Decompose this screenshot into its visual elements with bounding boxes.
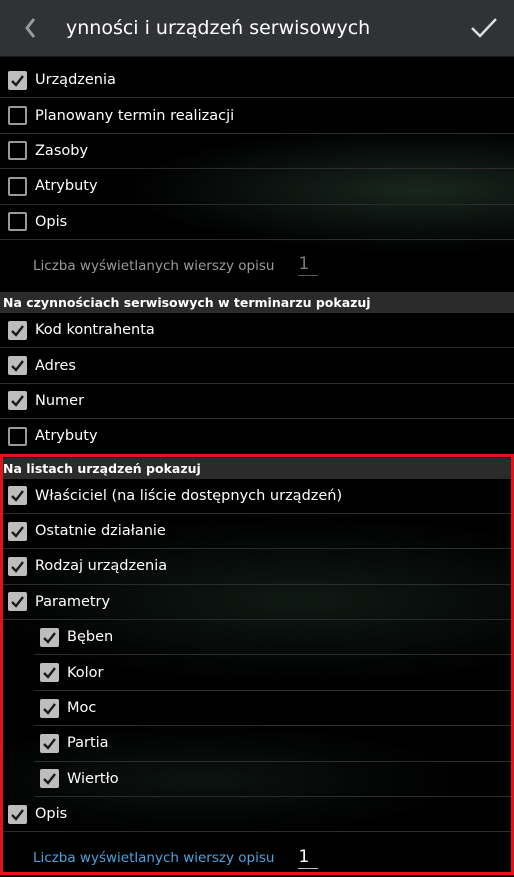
section-header-lista-urzadzen: Na listach urządzeń pokazuj xyxy=(0,457,514,479)
checkbox[interactable] xyxy=(40,627,59,647)
confirm-button[interactable] xyxy=(454,0,514,57)
param-label: Moc xyxy=(67,700,97,717)
option-planowany-termin[interactable]: Planowany termin realizacji xyxy=(0,98,514,134)
param-kolor[interactable]: Kolor xyxy=(34,655,514,691)
checkbox[interactable] xyxy=(8,106,27,126)
param-partia[interactable]: Partia xyxy=(34,726,514,762)
description-lines-setting-lista: Liczba wyświetlanych wierszy opisu 1 xyxy=(0,832,514,877)
checkbox[interactable] xyxy=(8,356,27,376)
option-label: Adres xyxy=(35,357,76,374)
checkbox[interactable] xyxy=(40,733,59,753)
param-label: Kolor xyxy=(67,664,104,681)
checkbox[interactable] xyxy=(8,212,27,232)
settings-list: Urządzenia Planowany termin realizacji Z… xyxy=(0,63,514,877)
param-wiertlo[interactable]: Wiertło xyxy=(34,762,514,798)
option-label: Właściciel (na liście dostępnych urządze… xyxy=(35,487,343,504)
param-label: Wiertło xyxy=(67,770,119,787)
option-label: Atrybuty xyxy=(35,428,98,445)
checkbox[interactable] xyxy=(8,320,27,340)
option-atrybuty-terminarz[interactable]: Atrybuty xyxy=(0,419,514,455)
checkmark-icon xyxy=(11,490,24,503)
param-beben[interactable]: Bęben xyxy=(34,620,514,656)
section-header-terminarz: Na czynnościach serwisowych w terminarzu… xyxy=(0,291,514,313)
option-kod-kontrahenta[interactable]: Kod kontrahenta xyxy=(0,313,514,349)
checkbox[interactable] xyxy=(40,698,59,718)
option-urzadzenia[interactable]: Urządzenia xyxy=(0,63,514,99)
option-zasoby[interactable]: Zasoby xyxy=(0,134,514,170)
checkmark-icon xyxy=(43,773,56,786)
checkmark-icon xyxy=(11,74,24,87)
checkbox[interactable] xyxy=(8,804,27,824)
checkbox[interactable] xyxy=(8,521,27,541)
option-label: Urządzenia xyxy=(35,72,116,89)
action-bar: ynności i urządzeń serwisowych xyxy=(0,0,514,57)
param-moc[interactable]: Moc xyxy=(34,691,514,727)
option-parametry[interactable]: Parametry xyxy=(0,585,514,621)
param-label: Partia xyxy=(67,735,109,752)
checkmark-icon xyxy=(43,702,56,715)
checkmark-icon xyxy=(11,596,24,609)
description-lines-input[interactable]: 1 xyxy=(298,255,319,277)
page-title-text: ynności i urządzeń serwisowych xyxy=(66,17,371,39)
checkmark-icon xyxy=(11,808,24,821)
option-wlasciciel[interactable]: Właściciel (na liście dostępnych urządze… xyxy=(0,479,514,514)
checkmark-icon xyxy=(11,395,24,408)
checkmark-icon xyxy=(43,667,56,679)
checkbox[interactable] xyxy=(8,486,27,506)
page-title: ynności i urządzeń serwisowych xyxy=(60,17,454,39)
checkbox[interactable] xyxy=(8,556,27,576)
description-lines-label: Liczba wyświetlanych wierszy opisu xyxy=(33,850,275,867)
option-rodzaj-urzadzenia[interactable]: Rodzaj urządzenia xyxy=(0,549,514,585)
checkmark-icon xyxy=(43,632,56,644)
checkbox[interactable] xyxy=(8,391,27,411)
description-lines-input[interactable]: 1 xyxy=(298,848,319,869)
checkmark-icon xyxy=(11,525,24,538)
checkbox[interactable] xyxy=(8,141,27,161)
option-label: Opis xyxy=(35,213,68,230)
checkbox[interactable] xyxy=(8,426,27,446)
chevron-left-icon xyxy=(25,18,36,38)
checkbox[interactable] xyxy=(40,769,59,789)
checkmark-icon xyxy=(43,738,56,750)
option-ostatnie-dzialanie[interactable]: Ostatnie działanie xyxy=(0,514,514,550)
option-atrybuty[interactable]: Atrybuty xyxy=(0,169,514,205)
check-icon xyxy=(471,18,497,38)
option-label: Numer xyxy=(35,392,85,409)
option-label: Planowany termin realizacji xyxy=(35,107,235,124)
checkbox[interactable] xyxy=(8,176,27,196)
checkmark-icon xyxy=(11,360,24,372)
option-label: Kod kontrahenta xyxy=(35,322,155,339)
checkbox[interactable] xyxy=(8,70,27,90)
option-label: Opis xyxy=(35,806,68,823)
back-button[interactable] xyxy=(0,0,60,57)
option-label: Zasoby xyxy=(35,142,89,159)
option-opis-lista[interactable]: Opis xyxy=(0,797,514,833)
checkbox[interactable] xyxy=(8,592,27,612)
param-label: Bęben xyxy=(67,629,114,646)
description-lines-setting: Liczba wyświetlanych wierszy opisu 1 xyxy=(0,240,514,292)
option-label: Rodzaj urządzenia xyxy=(35,558,168,575)
option-label: Parametry xyxy=(35,593,111,610)
checkmark-icon xyxy=(11,561,24,573)
checkmark-icon xyxy=(11,324,24,337)
description-lines-label: Liczba wyświetlanych wierszy opisu xyxy=(33,257,275,274)
option-label: Ostatnie działanie xyxy=(35,523,166,540)
checkbox[interactable] xyxy=(40,663,59,683)
option-opis[interactable]: Opis xyxy=(0,205,514,240)
option-label: Atrybuty xyxy=(35,178,98,195)
option-numer[interactable]: Numer xyxy=(0,384,514,420)
option-adres[interactable]: Adres xyxy=(0,348,514,384)
